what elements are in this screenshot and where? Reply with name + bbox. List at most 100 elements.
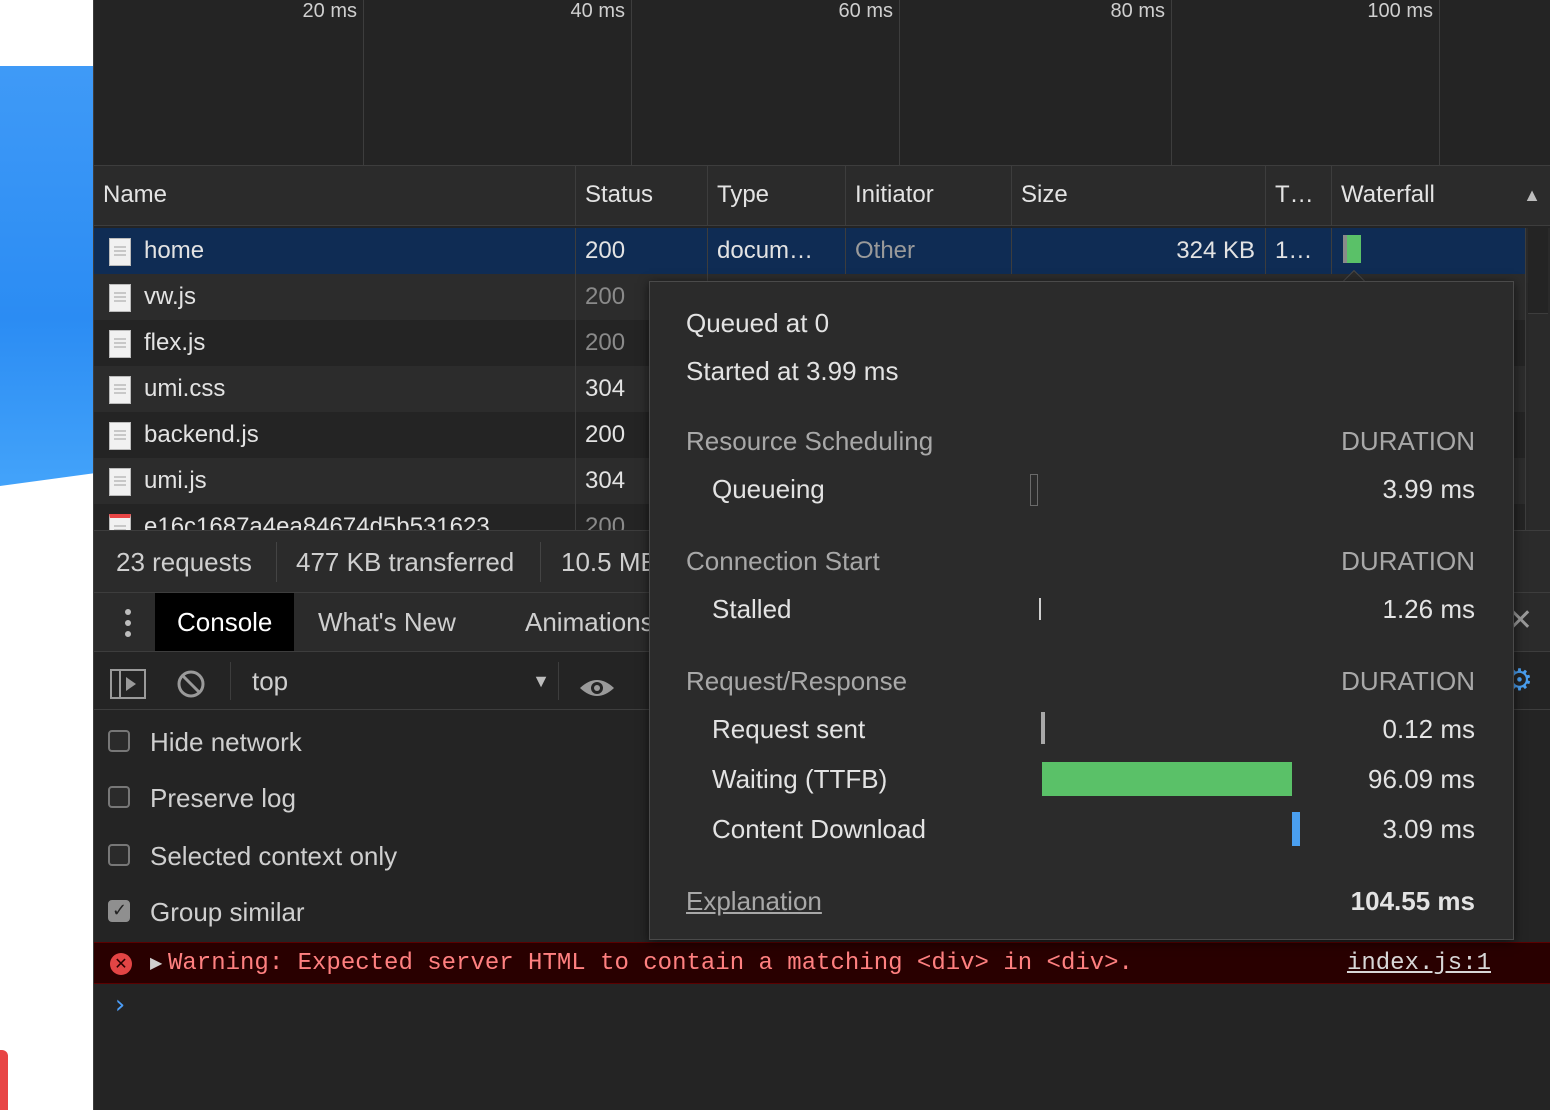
request-name: umi.css [144,375,226,402]
waterfall-label: Waterfall [1341,181,1435,208]
timeline-tick: 60 ms [632,0,900,166]
section-title-request-response: Request/Response [686,666,908,696]
cell-size: 324 KB [1012,228,1266,274]
timing-total: 104.55 ms [1350,886,1475,916]
setting-label: Hide network [150,727,302,757]
column-header-type[interactable]: Type [708,166,846,226]
setting-label: Group similar [150,897,305,927]
live-expression-eye-icon[interactable] [578,668,616,696]
column-header-status[interactable]: Status [576,166,708,226]
explanation-link[interactable]: Explanation [686,886,822,917]
tick-label: 100 ms [1367,0,1433,22]
summary-divider [276,542,277,582]
column-header-time[interactable]: T… [1266,166,1332,226]
setting-label: Selected context only [150,841,398,871]
toolbar-divider [230,662,231,700]
content-download-bar [1292,812,1300,846]
table-row[interactable]: home 200 docum… Other 324 KB 1… [94,228,1526,274]
tab-animations[interactable]: Animations [525,593,654,651]
timing-popover: Queued at 0 Started at 3.99 ms Resource … [649,281,1514,940]
clear-console-icon[interactable] [176,666,206,698]
timing-label-request-sent: Request sent [712,714,866,744]
timing-value-request-sent: 0.12 ms [1382,714,1476,744]
cell-name: home [94,228,576,274]
requests-table-header: Name Status Type Initiator Size T… Water… [94,166,1550,226]
table-scrollbar[interactable] [1525,228,1550,530]
cell-time: 1… [1266,228,1332,274]
queueing-bar [1030,474,1038,506]
prompt-chevron-icon: › [112,990,128,1020]
duration-header: DURATION [1341,426,1475,456]
column-header-name[interactable]: Name [94,166,576,226]
timing-value-content-download: 3.09 ms [1382,814,1476,844]
request-name: e16c1687a4ea84674d5b531623 [144,513,490,530]
context-selector-value: top [252,666,289,696]
tick-label: 20 ms [302,0,357,22]
preserve-log-checkbox[interactable] [108,786,130,808]
section-title-resource-scheduling: Resource Scheduling [686,426,934,456]
console-error-message[interactable]: ✕ ▶ Warning: Expected server HTML to con… [94,942,1550,984]
request-name: backend.js [144,421,259,448]
tab-console[interactable]: Console [155,593,295,651]
selected-context-checkbox[interactable] [108,844,130,866]
waiting-ttfb-bar [1042,762,1292,796]
summary-transferred: 477 KB transferred [296,547,515,577]
duration-header: DURATION [1341,546,1475,576]
timing-value-stalled: 1.26 ms [1382,594,1476,624]
timing-label-waiting-ttfb: Waiting (TTFB) [712,764,888,794]
timing-label-stalled: Stalled [712,594,792,624]
context-selector[interactable]: top ▼ [252,652,550,710]
duration-header: DURATION [1341,666,1475,696]
more-tabs-icon[interactable] [124,607,132,639]
request-name: home [144,237,205,264]
image-file-icon [109,514,131,530]
tick-label: 40 ms [570,0,625,22]
toolbar-divider [558,662,559,700]
waterfall-ttfb-bar [1347,235,1361,263]
cell-status: 200 [576,228,708,274]
column-header-waterfall[interactable]: Waterfall ▲ [1332,166,1550,226]
section-title-connection-start: Connection Start [686,546,880,576]
timeline-tick: 80 ms [900,0,1172,166]
cell-name: backend.js [94,412,576,458]
column-header-size[interactable]: Size [1012,166,1266,226]
request-sent-bar [1041,712,1045,744]
summary-resources: 10.5 ME [561,547,658,577]
cell-initiator: Other [846,228,1012,274]
hide-network-checkbox[interactable] [108,730,130,752]
popover-caret [1340,268,1366,282]
queued-at-text: Queued at 0 [686,308,830,338]
timing-label-content-download: Content Download [712,814,926,844]
page-red-element [0,1050,8,1110]
timing-value-queueing: 3.99 ms [1382,474,1476,504]
tick-label: 60 ms [838,0,893,22]
tab-whats-new[interactable]: What's New [318,593,456,651]
timing-value-waiting-ttfb: 96.09 ms [1368,764,1475,794]
script-file-icon [109,422,131,450]
request-name: flex.js [144,329,206,356]
error-icon: ✕ [110,953,132,975]
timeline-tick: 100 ms [1172,0,1440,166]
group-similar-checkbox[interactable] [108,891,130,931]
sidebar-toggle-icon[interactable] [110,666,146,699]
cell-name: vw.js [94,274,576,320]
scrollbar-thumb[interactable] [1528,228,1548,314]
script-file-icon [109,468,131,496]
cell-name: umi.js [94,458,576,504]
script-file-icon [109,330,131,358]
error-message-text: Warning: Expected server HTML to contain… [168,950,1133,977]
timeline-tick: 20 ms [94,0,364,166]
column-header-initiator[interactable]: Initiator [846,166,1012,226]
error-source-link[interactable]: index.js:1 [1347,943,1491,985]
inspected-page [0,0,93,1110]
request-name: vw.js [144,283,197,310]
stylesheet-file-icon [109,376,131,404]
setting-label: Preserve log [150,783,296,813]
expand-triangle-icon[interactable]: ▶ [150,943,162,985]
console-prompt[interactable]: › [112,990,128,1020]
network-overview-timeline[interactable]: 20 ms 40 ms 60 ms 80 ms 100 ms [94,0,1550,166]
script-file-icon [109,284,131,312]
page-blue-banner [0,66,93,486]
cell-name: umi.css [94,366,576,412]
cell-type: docum… [708,228,846,274]
